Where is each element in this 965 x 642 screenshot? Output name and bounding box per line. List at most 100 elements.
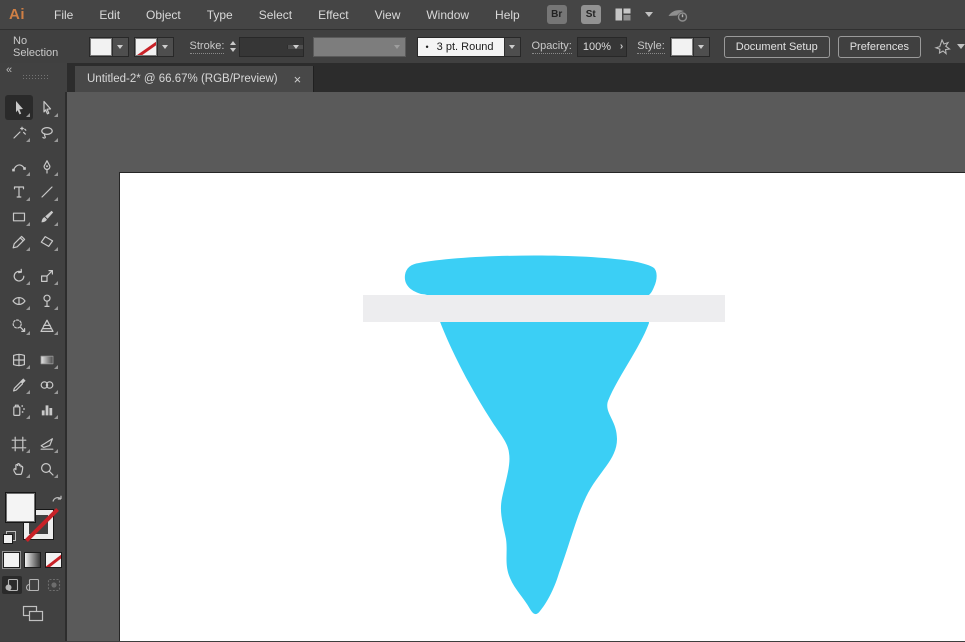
magic-wand-icon: [11, 125, 27, 141]
type-icon: [11, 184, 27, 200]
none-button[interactable]: [45, 552, 62, 568]
fill-swatch[interactable]: [90, 38, 112, 56]
panel-grip-handle[interactable]: [22, 74, 48, 80]
width-profile-chevron-icon: [390, 38, 405, 56]
touch-workspace-chevron-icon[interactable]: [957, 44, 965, 49]
eraser-tool[interactable]: [33, 229, 61, 254]
fill-color-dropdown[interactable]: [89, 37, 129, 57]
swap-fill-stroke-icon[interactable]: [51, 492, 63, 510]
gradient-button[interactable]: [24, 552, 41, 568]
column-graph-tool[interactable]: [33, 397, 61, 422]
stroke-weight-stepper[interactable]: [230, 41, 236, 52]
menu-item-help[interactable]: Help: [482, 0, 533, 29]
mesh-icon: [11, 352, 27, 368]
menu-item-object[interactable]: Object: [133, 0, 194, 29]
collapse-panel-icon[interactable]: «: [6, 64, 11, 76]
overlap-band-rectangle[interactable]: [363, 295, 725, 322]
tab-close-icon[interactable]: ×: [294, 73, 302, 86]
line-segment-tool[interactable]: [33, 179, 61, 204]
stroke-chevron-icon[interactable]: [157, 38, 173, 56]
direct-selection-tool[interactable]: [33, 95, 61, 120]
width-profile-select: [313, 37, 405, 57]
lasso-tool[interactable]: [33, 120, 61, 145]
width-tool[interactable]: [5, 288, 33, 313]
pen-icon: [39, 159, 55, 175]
stroke-weight-chevron-icon[interactable]: [287, 45, 303, 49]
brush-chevron-icon[interactable]: [504, 38, 520, 56]
artboard-tool[interactable]: [5, 431, 33, 456]
stroke-color-dropdown[interactable]: [134, 37, 174, 57]
type-tool[interactable]: [5, 179, 33, 204]
draw-normal-button[interactable]: [2, 576, 22, 594]
opacity-value: 100%: [583, 41, 611, 53]
document-tab-title: Untitled-2* @ 66.67% (RGB/Preview): [87, 73, 278, 85]
menu-item-effect[interactable]: Effect: [305, 0, 361, 29]
cc-sync-icon[interactable]: [667, 6, 689, 23]
control-bar: No Selection Stroke: • 3 pt. Round Opaci…: [0, 30, 965, 64]
document-setup-button[interactable]: Document Setup: [724, 36, 830, 58]
eyedropper-tool[interactable]: [5, 372, 33, 397]
menu-item-select[interactable]: Select: [246, 0, 305, 29]
menu-item-type[interactable]: Type: [194, 0, 246, 29]
menu-item-file[interactable]: File: [41, 0, 86, 29]
selection-tool[interactable]: [5, 95, 33, 120]
menu-item-window[interactable]: Window: [413, 0, 482, 29]
menu-item-edit[interactable]: Edit: [86, 0, 133, 29]
paintbrush-tool[interactable]: [33, 204, 61, 229]
symbol-sprayer-tool[interactable]: [5, 397, 33, 422]
drawing-modes: [0, 576, 65, 594]
style-dropdown[interactable]: [670, 37, 710, 57]
stroke-weight-label[interactable]: Stroke:: [190, 40, 225, 54]
tools-dock-header: «: [0, 63, 67, 92]
zoom-tool[interactable]: [33, 456, 61, 481]
blend-tool[interactable]: [33, 372, 61, 397]
opacity-flyout-icon[interactable]: ›: [620, 41, 623, 52]
hand-tool[interactable]: [5, 456, 33, 481]
perspective-grid-tool[interactable]: [33, 313, 61, 338]
brush-definition-dropdown[interactable]: • 3 pt. Round: [417, 37, 521, 57]
default-fill-stroke-icon[interactable]: [3, 531, 16, 544]
scale-tool[interactable]: [33, 263, 61, 288]
eraser-icon: [39, 234, 55, 250]
stroke-weight-select[interactable]: [239, 37, 304, 57]
gradient-tool[interactable]: [33, 347, 61, 372]
eyedropper-icon: [11, 377, 27, 393]
style-swatch[interactable]: [671, 38, 693, 56]
preferences-button[interactable]: Preferences: [838, 36, 921, 58]
tool-group-3: [0, 263, 65, 338]
bridge-button[interactable]: Br: [547, 5, 567, 24]
change-screen-mode-icon[interactable]: [0, 604, 65, 623]
tool-group-5: [0, 431, 65, 481]
column-graph-icon: [39, 402, 55, 418]
curvature-icon: [11, 159, 27, 175]
workspace-switcher-icon[interactable]: [615, 8, 631, 21]
rotate-tool[interactable]: [5, 263, 33, 288]
slice-tool[interactable]: [33, 431, 61, 456]
stroke-none-swatch[interactable]: [135, 38, 157, 56]
shaper-tool[interactable]: [5, 229, 33, 254]
artboard: [119, 172, 965, 641]
paintbrush-icon: [39, 209, 55, 225]
stock-button[interactable]: St: [581, 5, 601, 24]
opacity-label[interactable]: Opacity:: [532, 40, 572, 54]
rotate-icon: [11, 268, 27, 284]
rectangle-tool[interactable]: [5, 204, 33, 229]
opacity-input[interactable]: 100% ›: [577, 37, 627, 57]
style-chevron-icon[interactable]: [693, 38, 709, 56]
shape-builder-tool[interactable]: [5, 313, 33, 338]
workspace-chevron-icon[interactable]: [645, 12, 653, 17]
pen-tool[interactable]: [33, 154, 61, 179]
menu-item-view[interactable]: View: [362, 0, 414, 29]
document-tab[interactable]: Untitled-2* @ 66.67% (RGB/Preview) ×: [75, 66, 314, 92]
touch-workspace-icon[interactable]: [933, 39, 951, 55]
color-button[interactable]: [3, 552, 20, 568]
fill-color-proxy[interactable]: [5, 492, 36, 523]
mesh-tool[interactable]: [5, 347, 33, 372]
draw-inside-button[interactable]: [44, 576, 64, 594]
draw-behind-button[interactable]: [23, 576, 43, 594]
fill-chevron-icon[interactable]: [112, 38, 128, 56]
scale-icon: [39, 268, 55, 284]
magic-wand-tool[interactable]: [5, 120, 33, 145]
curvature-tool[interactable]: [5, 154, 33, 179]
puppet-warp-tool[interactable]: [33, 288, 61, 313]
